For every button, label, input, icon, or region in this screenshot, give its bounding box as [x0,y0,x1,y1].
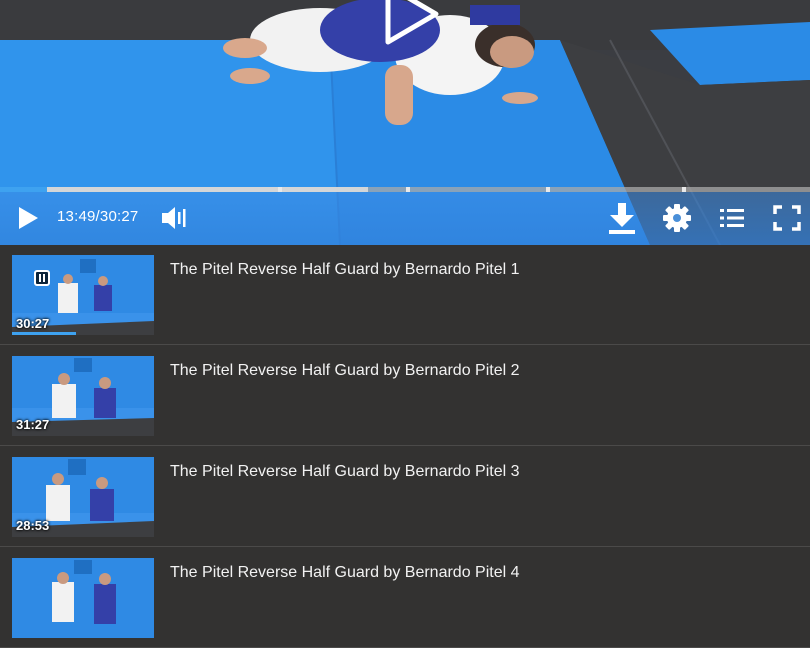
big-play-icon[interactable] [380,0,444,46]
thumbnail-image [12,558,154,638]
playlist-button[interactable] [716,202,748,234]
thumbnail-duration: 31:27 [16,417,50,432]
fullscreen-icon [773,205,801,231]
thumbnail-duration: 28:53 [16,518,50,533]
playlist-item[interactable]: 30:27 The Pitel Reverse Half Guard by Be… [0,245,810,345]
video-thumbnail[interactable] [12,558,154,638]
download-icon [609,203,635,234]
playlist: 30:27 The Pitel Reverse Half Guard by Be… [0,245,810,648]
play-button[interactable] [14,204,42,232]
video-thumbnail[interactable]: 28:53 [12,457,154,537]
thumbnail-progress [12,332,77,335]
settings-button[interactable] [660,201,694,235]
playlist-item[interactable]: 28:53 The Pitel Reverse Half Guard by Be… [0,447,810,547]
playlist-item[interactable]: 31:27 The Pitel Reverse Half Guard by Be… [0,346,810,446]
total-duration: 30:27 [99,208,139,225]
now-playing-pause-icon [34,270,50,286]
volume-button[interactable] [158,203,188,233]
playlist-item-title[interactable]: The Pitel Reverse Half Guard by Bernardo… [170,564,520,582]
playlist-item-title[interactable]: The Pitel Reverse Half Guard by Bernardo… [170,463,520,481]
fullscreen-button[interactable] [770,202,804,234]
control-bar: 13:49/30:27 [0,192,810,245]
playlist-item-title[interactable]: The Pitel Reverse Half Guard by Bernardo… [170,261,520,279]
thumbnail-duration: 30:27 [16,316,50,331]
video-player[interactable]: 13:49/30:27 [0,0,810,245]
video-thumbnail[interactable]: 31:27 [12,356,154,436]
play-icon [19,207,38,229]
list-icon [720,209,744,227]
video-thumbnail[interactable]: 30:27 [12,255,154,335]
playlist-item[interactable]: The Pitel Reverse Half Guard by Bernardo… [0,548,810,648]
playlist-item-title[interactable]: The Pitel Reverse Half Guard by Bernardo… [170,362,520,380]
download-button[interactable] [605,200,639,236]
volume-icon [162,207,186,229]
gear-icon [663,204,691,232]
current-time: 13:49 [57,208,96,225]
time-display: 13:49/30:27 [57,208,138,225]
